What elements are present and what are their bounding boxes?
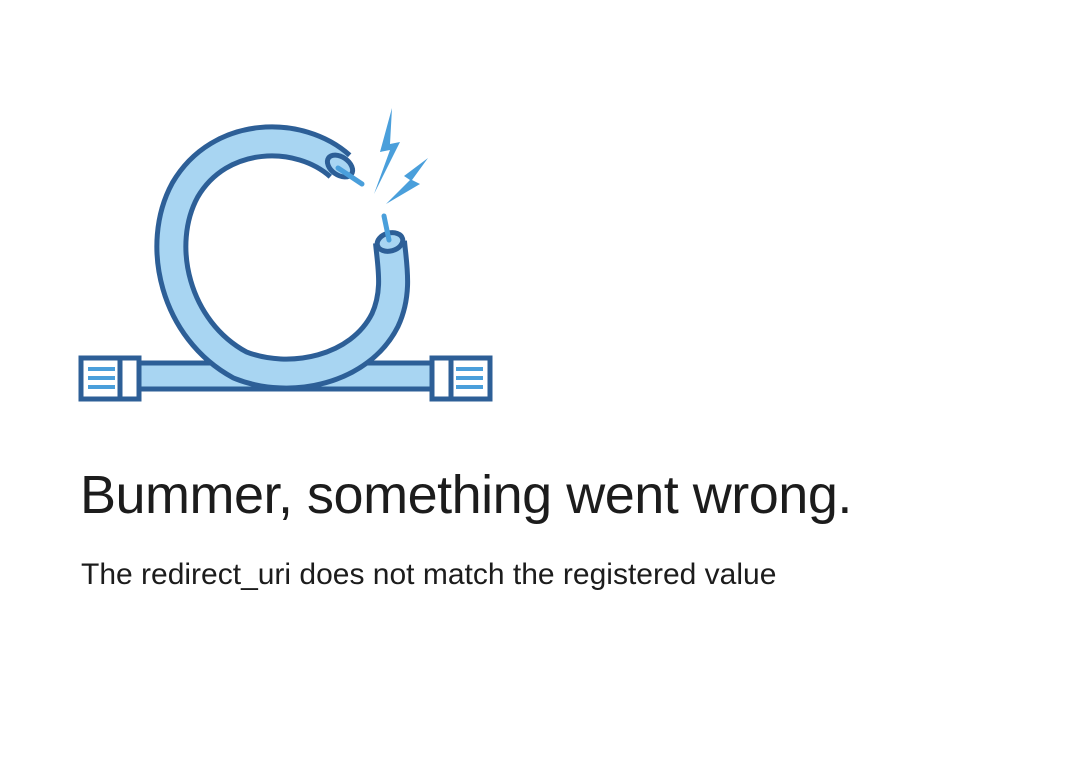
cable-loop-fill xyxy=(159,129,406,386)
connector-right xyxy=(429,355,493,402)
broken-cable-icon xyxy=(78,108,493,402)
error-message: The redirect_uri does not match the regi… xyxy=(81,558,777,591)
spark-large xyxy=(374,108,400,194)
error-title: Bummer, something went wrong. xyxy=(80,465,852,525)
connector-left xyxy=(78,355,142,402)
error-page: Bummer, something went wrong. The redire… xyxy=(0,0,1074,780)
spark-small xyxy=(386,158,428,204)
